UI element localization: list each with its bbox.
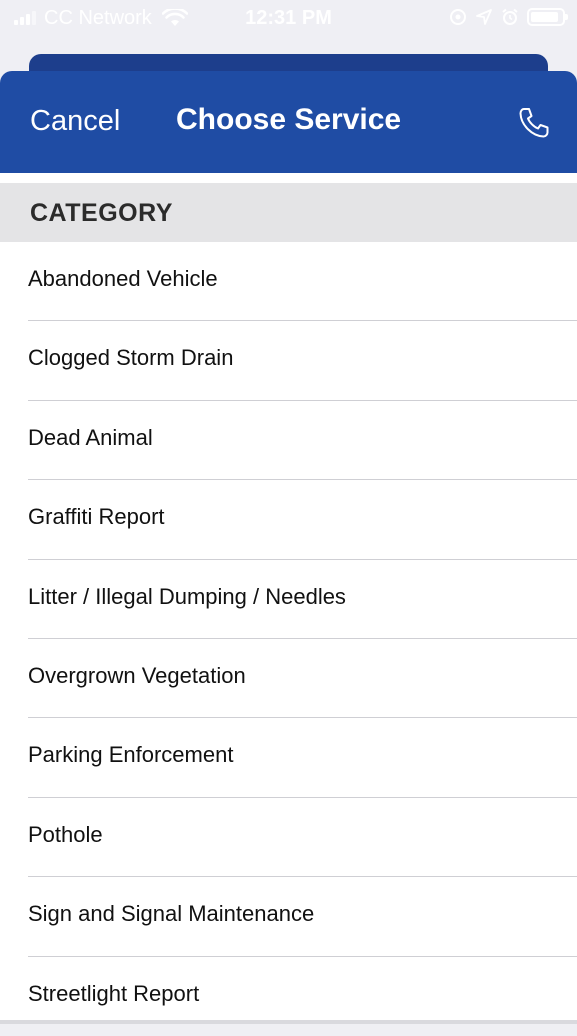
list-item-label: Sign and Signal Maintenance [28, 901, 315, 927]
service-list-container: CATEGORY Abandoned Vehicle Clogged Storm… [0, 173, 577, 1024]
list-item-overgrown-vegetation[interactable]: Overgrown Vegetation [0, 639, 577, 719]
list-item-label: Parking Enforcement [28, 742, 234, 768]
list-item-label: Clogged Storm Drain [28, 345, 234, 371]
list-item-graffiti-report[interactable]: Graffiti Report [0, 480, 577, 560]
list-item-label: Graffiti Report [28, 504, 165, 530]
list-item-label: Overgrown Vegetation [28, 662, 246, 688]
list-item-label: Abandoned Vehicle [28, 266, 218, 291]
location-lock-icon [450, 9, 466, 25]
list-item-label: Streetlight Report [28, 980, 200, 1006]
alarm-icon [502, 8, 518, 25]
page-title: Choose Service [176, 103, 402, 136]
list-item-parking-enforcement[interactable]: Parking Enforcement [0, 718, 577, 798]
nav-header: Cancel Choose Service [0, 71, 577, 173]
list-item-abandoned-vehicle[interactable]: Abandoned Vehicle [0, 242, 577, 322]
list-item-pothole[interactable]: Pothole [0, 798, 577, 878]
list-item-label: Dead Animal [28, 424, 153, 450]
bottom-edge [0, 1020, 577, 1024]
category-section-header: CATEGORY [0, 183, 577, 242]
category-list: Abandoned Vehicle Clogged Storm Drain De… [0, 242, 577, 1036]
location-arrow-icon [476, 9, 492, 25]
list-item-clogged-storm-drain[interactable]: Clogged Storm Drain [0, 321, 577, 401]
phone-icon[interactable] [517, 106, 551, 140]
list-item-label: Pothole [28, 821, 103, 847]
status-bar: CC Network 12:31 PM [0, 0, 577, 38]
section-label: CATEGORY [30, 199, 173, 227]
battery-icon [527, 8, 568, 26]
status-right [449, 8, 568, 26]
cancel-button[interactable]: Cancel [30, 105, 120, 138]
list-item-sign-signal-maintenance[interactable]: Sign and Signal Maintenance [0, 877, 577, 957]
list-item-litter-dumping-needles[interactable]: Litter / Illegal Dumping / Needles [0, 560, 577, 639]
list-item-label: Litter / Illegal Dumping / Needles [28, 583, 346, 609]
list-item-dead-animal[interactable]: Dead Animal [0, 401, 577, 481]
